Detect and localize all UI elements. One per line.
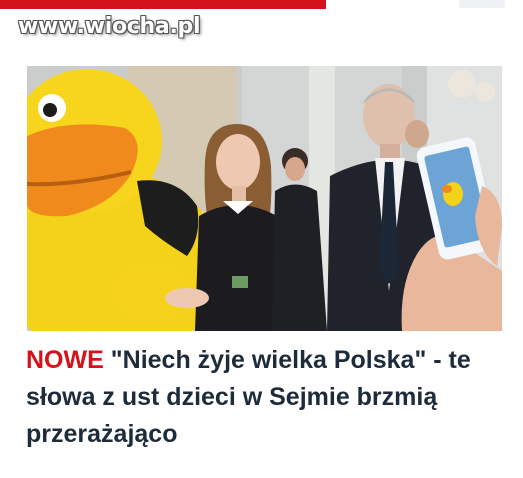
- article-headline[interactable]: NOWE "Niech żyje wielka Polska" - te słow…: [26, 342, 506, 453]
- site-watermark: www.wiocha.pl: [18, 14, 201, 39]
- person-right-edge-shape: [405, 120, 429, 148]
- article-photo[interactable]: [27, 66, 502, 331]
- faded-header-element: [459, 0, 505, 8]
- article-photo-illustration: [27, 66, 502, 331]
- new-badge: NOWE: [26, 346, 104, 374]
- top-red-bar: [0, 0, 326, 9]
